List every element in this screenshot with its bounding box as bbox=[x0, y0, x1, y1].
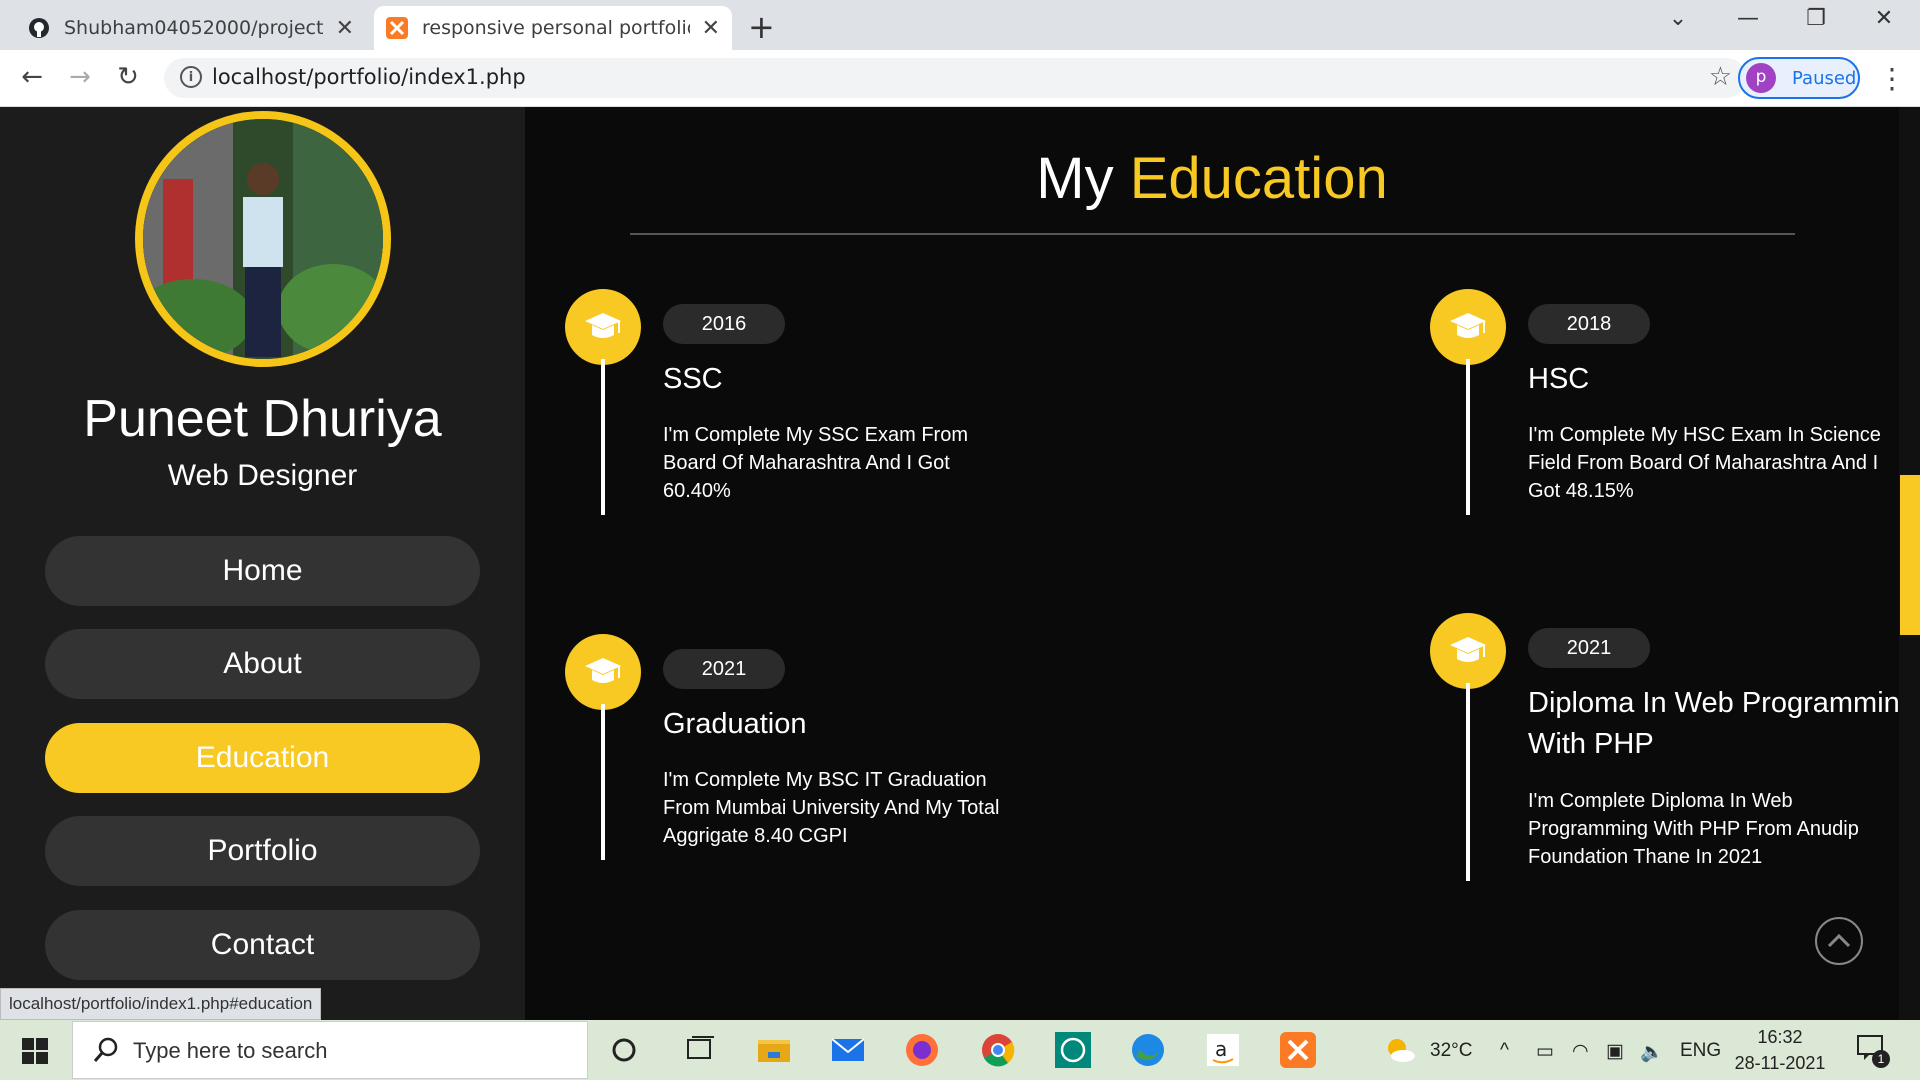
avatar: p bbox=[1746, 63, 1776, 93]
omnibox[interactable]: i localhost/portfolio/index1.php ☆ bbox=[164, 58, 1746, 98]
graduation-cap-icon bbox=[1430, 289, 1506, 365]
status-bubble: localhost/portfolio/index1.php#education bbox=[0, 988, 322, 1020]
notification-count: 1 bbox=[1872, 1050, 1890, 1068]
profile-name: Puneet Dhuriya bbox=[83, 390, 442, 448]
tab-label: Shubham04052000/project-portf bbox=[64, 17, 324, 39]
education-title: HSC bbox=[1528, 363, 1590, 395]
tab-search-icon[interactable]: ⌄ bbox=[1648, 6, 1708, 31]
new-tab-icon[interactable]: + bbox=[748, 8, 775, 46]
bookmark-star-icon[interactable]: ☆ bbox=[1709, 62, 1732, 92]
year-badge: 2021 bbox=[1528, 628, 1650, 668]
address-toolbar: ← → ↻ i localhost/portfolio/index1.php ☆… bbox=[0, 50, 1920, 107]
chevron-up-icon bbox=[1827, 933, 1851, 948]
firefox-icon[interactable] bbox=[902, 1030, 942, 1070]
nav-portfolio[interactable]: Portfolio bbox=[45, 816, 480, 886]
timeline-line bbox=[601, 359, 605, 515]
close-window-icon[interactable]: ✕ bbox=[1854, 6, 1914, 31]
year-badge: 2021 bbox=[663, 649, 785, 689]
divider bbox=[630, 233, 1795, 235]
close-tab-icon[interactable]: ✕ bbox=[702, 16, 720, 41]
tab-github[interactable]: Shubham04052000/project-portf ✕ bbox=[16, 6, 366, 50]
onedrive-icon[interactable]: ▣ bbox=[1606, 1040, 1624, 1063]
scrollbar-thumb[interactable] bbox=[1900, 475, 1920, 635]
graduation-cap-icon bbox=[565, 289, 641, 365]
profile-status: Paused bbox=[1792, 67, 1857, 89]
search-icon bbox=[93, 1037, 118, 1062]
weather-icon[interactable] bbox=[1383, 1034, 1417, 1066]
github-icon bbox=[29, 18, 49, 38]
reload-icon[interactable]: ↻ bbox=[110, 62, 146, 92]
graduation-cap-icon bbox=[1430, 613, 1506, 689]
nav-about[interactable]: About bbox=[45, 629, 480, 699]
profile-button[interactable]: p Paused bbox=[1738, 57, 1860, 99]
time: 16:32 bbox=[1757, 1027, 1803, 1047]
education-description: I'm Complete Diploma In Web Programming … bbox=[1528, 790, 1859, 868]
timeline-line bbox=[1466, 683, 1470, 881]
year-badge: 2016 bbox=[663, 304, 785, 344]
profile-photo bbox=[135, 111, 391, 367]
xampp-icon[interactable] bbox=[1278, 1030, 1318, 1070]
browser-tab-strip: Shubham04052000/project-portf ✕ responsi… bbox=[0, 0, 1920, 50]
chrome-icon[interactable] bbox=[978, 1030, 1018, 1070]
battery-icon[interactable]: ▭ bbox=[1536, 1040, 1554, 1063]
back-icon[interactable]: ← bbox=[14, 62, 50, 92]
restore-icon[interactable]: ❐ bbox=[1786, 6, 1846, 31]
clock[interactable]: 16:32 28-11-2021 bbox=[1730, 1024, 1830, 1076]
file-explorer-icon[interactable] bbox=[754, 1030, 794, 1070]
education-section: My Education 2016 SSC I'm Complete My SS… bbox=[525, 107, 1916, 1020]
xampp-icon bbox=[386, 17, 408, 39]
nav-contact[interactable]: Contact bbox=[45, 910, 480, 980]
timeline-line bbox=[1466, 359, 1470, 515]
education-title: Diploma In Web Programming With PHP bbox=[1528, 687, 1916, 760]
cortana-icon[interactable] bbox=[604, 1030, 644, 1070]
windows-start-icon[interactable] bbox=[22, 1038, 48, 1064]
education-title: SSC bbox=[663, 363, 723, 395]
task-view-icon[interactable] bbox=[680, 1030, 720, 1070]
tab-label: responsive personal portfolio we bbox=[422, 17, 690, 39]
education-description: I'm Complete My HSC Exam In Science Fiel… bbox=[1528, 424, 1881, 502]
education-description: I'm Complete My SSC Exam From Board Of M… bbox=[663, 424, 968, 502]
sidebar: Puneet Dhuriya Web Designer Home About E… bbox=[0, 107, 525, 1020]
site-info-icon[interactable]: i bbox=[180, 66, 202, 88]
profile-role: Web Designer bbox=[167, 459, 358, 492]
notification-button[interactable]: 1 bbox=[1856, 1034, 1890, 1068]
taskbar-search-input[interactable]: Type here to search bbox=[72, 1021, 588, 1079]
nav-education[interactable]: Education bbox=[45, 723, 480, 793]
show-hidden-icons-icon[interactable]: ^ bbox=[1500, 1040, 1509, 1062]
url-text[interactable]: localhost/portfolio/index1.php bbox=[212, 65, 526, 89]
search-placeholder: Type here to search bbox=[133, 1038, 328, 1063]
graduation-cap-icon bbox=[565, 634, 641, 710]
mail-icon[interactable] bbox=[828, 1030, 868, 1070]
menu-icon[interactable]: ⋮ bbox=[1878, 62, 1906, 95]
taskbar: Type here to search a 32°C ^ ▭ ◠ ▣ 🔈 ENG… bbox=[0, 1020, 1920, 1080]
volume-icon[interactable]: 🔈 bbox=[1640, 1040, 1664, 1064]
nav-home[interactable]: Home bbox=[45, 536, 480, 606]
scroll-to-top-button[interactable] bbox=[1815, 917, 1863, 965]
language-indicator[interactable]: ENG bbox=[1680, 1040, 1721, 1062]
education-title: Graduation bbox=[663, 708, 807, 740]
timeline-line bbox=[601, 704, 605, 860]
section-title-plain: My bbox=[1036, 146, 1114, 211]
forward-icon[interactable]: → bbox=[62, 62, 98, 92]
date: 28-11-2021 bbox=[1734, 1053, 1826, 1073]
weather-temp[interactable]: 32°C bbox=[1430, 1040, 1472, 1062]
close-tab-icon[interactable]: ✕ bbox=[336, 16, 354, 41]
svg-text:a: a bbox=[1215, 1037, 1227, 1061]
whatsapp-icon[interactable] bbox=[1053, 1030, 1093, 1070]
edge-icon[interactable] bbox=[1128, 1030, 1168, 1070]
tab-portfolio[interactable]: responsive personal portfolio we ✕ bbox=[374, 6, 732, 50]
education-description: I'm Complete My BSC IT Graduation From M… bbox=[663, 769, 1000, 847]
section-title-highlight: Education bbox=[1129, 146, 1388, 211]
section-title: My Education bbox=[525, 145, 1899, 212]
year-badge: 2018 bbox=[1528, 304, 1650, 344]
minimize-icon[interactable]: — bbox=[1718, 6, 1778, 31]
wifi-icon[interactable]: ◠ bbox=[1572, 1040, 1589, 1063]
amazon-icon[interactable]: a bbox=[1203, 1030, 1243, 1070]
